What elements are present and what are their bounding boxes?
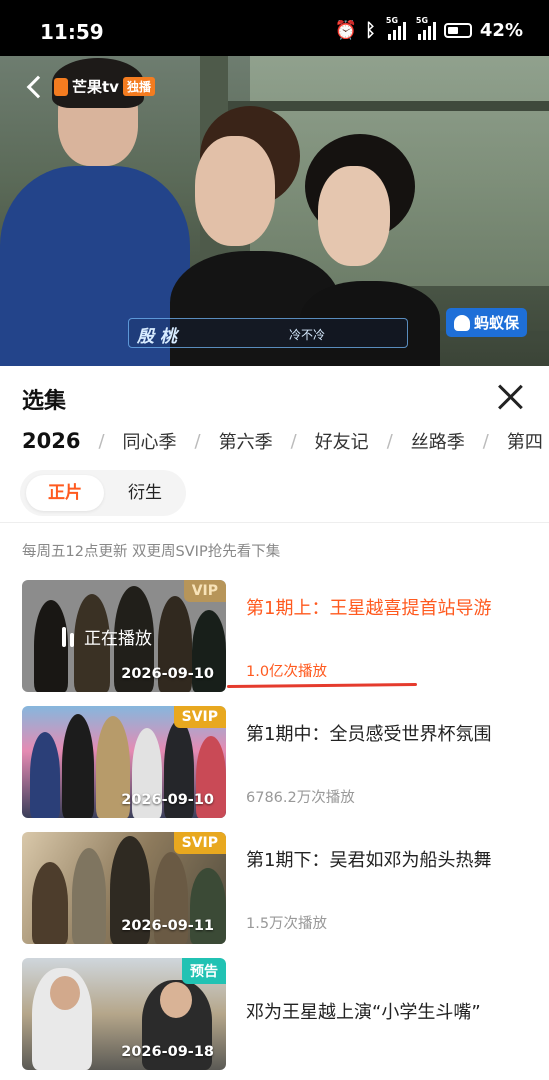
logo-text: 芒果tv [72,78,119,96]
divider [0,522,549,523]
episode-date: 2026-09-10 [121,792,214,808]
episode-date: 2026-09-10 [121,666,214,682]
close-icon[interactable] [496,383,524,411]
season-tab[interactable]: 同心季 [123,428,177,454]
status-icons: ⏰ ᛒ 5G 5G 42% [334,16,523,42]
season-tab[interactable]: 好友记 [315,428,369,454]
house-icon [453,314,470,331]
exclusive-badge: 独播 [122,77,155,96]
episode-views: 1.0亿次播放 [246,664,328,680]
video-player[interactable]: 芒果tv 独播 殷 桃 冷不冷 蚂蚁保 [0,56,549,366]
tab-main-episodes[interactable]: 正片 [26,475,104,511]
season-tabs: 2026 / 同心季 / 第六季 / 好友记 / 丝路季 / 第四 [22,428,543,454]
episode-title: 第1期上：王星越喜提首站导游 [246,598,492,619]
episode-thumbnail[interactable]: SVIP 2026-09-10 [22,706,226,818]
season-tab[interactable]: 第四 [507,428,543,454]
playing-icon [62,626,74,647]
battery-icon [443,23,472,38]
mango-logo-icon [54,77,68,96]
episode-views: 1.5万次播放 [246,916,328,932]
status-bar: 11:59 ⏰ ᛒ 5G 5G 42% [0,0,549,56]
episode-thumbnail[interactable]: VIP 正在播放 2026-09-10 [22,580,226,692]
subtitle-text: 冷不冷 [289,328,326,342]
svip-badge: SVIP [173,706,226,728]
season-tab[interactable]: 第六季 [219,428,273,454]
video-subtitle-box: 殷 桃 冷不冷 [128,318,408,348]
episode-item[interactable]: 预告 2026-09-18 邓为王星越上演“小学生斗嘴” [22,958,528,1070]
status-time: 11:59 [40,20,104,44]
episode-thumbnail[interactable]: 预告 2026-09-18 [22,958,226,1070]
back-icon[interactable] [26,75,50,98]
annotation-underline [226,683,418,688]
ad-badge[interactable]: 蚂蚁保 [445,308,527,337]
episode-title: 邓为王星越上演“小学生斗嘴” [246,1002,481,1023]
episode-thumbnail[interactable]: SVIP 2026-09-11 [22,832,226,944]
signal-icon: 5G [384,16,406,40]
season-tab[interactable]: 丝路季 [411,428,465,454]
episode-item[interactable]: SVIP 2026-09-11 第1期下：吴君如邓为船头热舞 1.5万次播放 [22,832,528,944]
vip-badge: VIP [183,580,226,602]
episode-item[interactable]: VIP 正在播放 2026-09-10 第1期上：王星越喜提首站导游 1.0亿次… [22,580,528,692]
episode-date: 2026-09-11 [121,918,214,934]
episode-panel: 选集 2026 / 同心季 / 第六季 / 好友记 / 丝路季 / 第四 正片 … [0,366,549,1080]
season-tab-2026[interactable]: 2026 [22,429,80,453]
tab-derivatives[interactable]: 衍生 [112,475,178,511]
battery-percent: 42% [479,20,523,41]
alarm-icon: ⏰ [334,20,358,41]
subtitle-name: 殷 桃 [137,327,177,347]
vibrate-icon: ᛒ [365,20,376,41]
episode-title: 第1期中：全员感受世界杯氛围 [246,724,492,745]
video-logo: 芒果tv 独播 [26,75,155,98]
episode-item[interactable]: SVIP 2026-09-10 第1期中：全员感受世界杯氛围 6786.2万次播… [22,706,528,818]
content-type-toggle: 正片 衍生 [20,470,186,516]
episode-views: 6786.2万次播放 [246,790,355,806]
panel-title: 选集 [22,389,67,414]
update-notice: 每周五12点更新 双更周SVIP抢先看下集 [22,544,281,560]
preview-badge: 预告 [182,958,226,984]
signal-icon-2: 5G [414,16,436,40]
svip-badge: SVIP [173,832,226,854]
episode-date: 2026-09-18 [121,1044,214,1060]
episode-title: 第1期下：吴君如邓为船头热舞 [246,850,492,871]
now-playing-indicator: 正在播放 [62,624,152,649]
